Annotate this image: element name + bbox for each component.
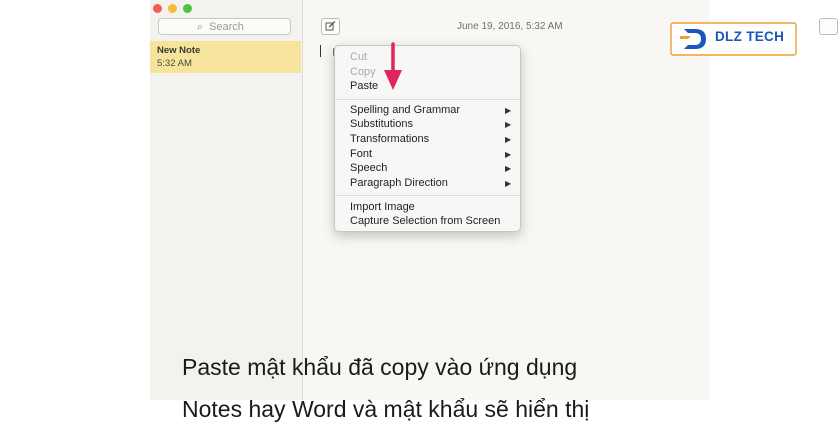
menu-item-capture-selection[interactable]: Capture Selection from Screen xyxy=(350,215,500,227)
caption-line-1: Paste mật khẩu đã copy vào ứng dụng xyxy=(182,354,578,380)
triangle-right-icon: ▶ xyxy=(505,179,512,188)
triangle-right-icon: ▶ xyxy=(505,164,512,173)
menu-item-substitutions[interactable]: Substitutions xyxy=(350,118,413,130)
notes-sidebar: ⌕ Search New Note 5:32 AM xyxy=(150,0,303,400)
menu-item-transformations[interactable]: Transformations xyxy=(350,133,429,145)
triangle-right-icon: ▶ xyxy=(505,106,512,115)
zoom-window-button[interactable] xyxy=(183,4,192,13)
note-time: 5:32 AM xyxy=(157,58,192,69)
arrow-down-icon xyxy=(384,42,402,90)
menu-separator xyxy=(335,99,520,100)
triangle-right-icon: ▶ xyxy=(505,120,512,129)
caption-line-2: Notes hay Word và mật khẩu sẽ hiển thị xyxy=(182,396,590,422)
close-window-button[interactable] xyxy=(153,4,162,13)
menu-item-copy[interactable]: Copy xyxy=(350,66,376,78)
new-note-button[interactable] xyxy=(321,18,340,35)
menu-item-paste[interactable]: Paste xyxy=(350,80,378,92)
note-date: June 19, 2016, 5:32 AM xyxy=(457,21,563,32)
note-list-item[interactable]: New Note 5:32 AM xyxy=(150,41,301,73)
search-icon: ⌕ xyxy=(197,21,204,33)
triangle-right-icon: ▶ xyxy=(505,150,512,159)
search-placeholder: Search xyxy=(209,21,244,33)
minimize-window-button[interactable] xyxy=(168,4,177,13)
menu-separator xyxy=(335,195,520,196)
brand-name: DLZ TECH xyxy=(715,29,785,44)
menu-item-spelling-grammar[interactable]: Spelling and Grammar xyxy=(350,104,460,116)
text-caret xyxy=(320,45,321,57)
search-field[interactable]: ⌕ Search xyxy=(158,18,291,35)
menu-item-speech[interactable]: Speech xyxy=(350,162,387,174)
menu-item-cut[interactable]: Cut xyxy=(350,51,367,63)
triangle-right-icon: ▶ xyxy=(505,135,512,144)
compose-icon xyxy=(325,21,336,31)
context-menu: Cut Copy Paste Spelling and Grammar ▶ Su… xyxy=(334,45,521,232)
note-title: New Note xyxy=(157,45,201,56)
menu-item-paragraph-direction[interactable]: Paragraph Direction xyxy=(350,177,448,189)
share-button[interactable] xyxy=(819,18,838,35)
menu-item-import-image[interactable]: Import Image xyxy=(350,201,415,213)
menu-item-font[interactable]: Font xyxy=(350,148,372,160)
